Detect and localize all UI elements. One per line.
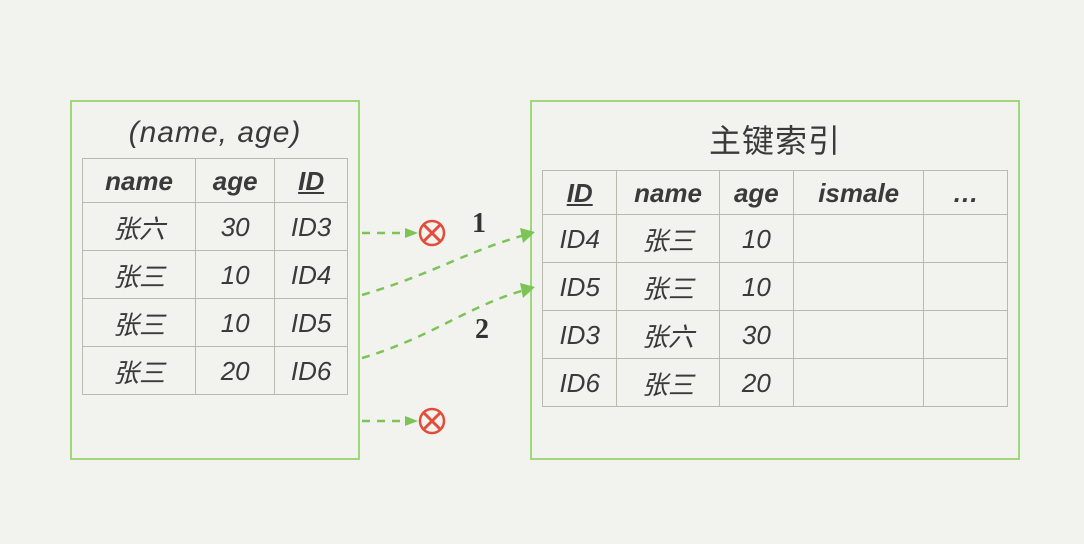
cell-ismale — [794, 215, 924, 263]
table-row: ID3 张六 30 — [543, 311, 1008, 359]
cell-more — [924, 311, 1008, 359]
cell-more — [924, 359, 1008, 407]
cell-id: ID3 — [275, 203, 348, 251]
cross-line — [424, 225, 440, 241]
table-row: 张三 20 ID6 — [83, 347, 348, 395]
cell-name: 张三 — [617, 359, 719, 407]
col-id-header: ID — [543, 171, 617, 215]
cell-age: 20 — [196, 347, 275, 395]
col-ismale-header: ismale — [794, 171, 924, 215]
cell-name: 张三 — [83, 251, 196, 299]
cell-name: 张三 — [83, 299, 196, 347]
col-name-header: name — [617, 171, 719, 215]
cell-age: 30 — [196, 203, 275, 251]
table-header-row: ID name age ismale … — [543, 171, 1008, 215]
cell-name: 张六 — [617, 311, 719, 359]
cell-name: 张三 — [617, 215, 719, 263]
arrow-label-2: 2 — [475, 314, 489, 345]
cell-id: ID5 — [275, 299, 348, 347]
cell-name: 张六 — [83, 203, 196, 251]
table-row: ID5 张三 10 — [543, 263, 1008, 311]
cell-ismale — [794, 359, 924, 407]
cell-name: 张三 — [83, 347, 196, 395]
cell-age: 10 — [719, 215, 793, 263]
cell-age: 10 — [196, 251, 275, 299]
primary-index-table: ID name age ismale … ID4 张三 10 ID5 张三 10… — [542, 170, 1008, 407]
cell-ismale — [794, 263, 924, 311]
arrow-label-1: 1 — [472, 208, 486, 239]
primary-index-panel: 主键索引 ID name age ismale … ID4 张三 10 ID5 … — [530, 100, 1020, 460]
primary-index-title: 主键索引 — [542, 116, 1008, 162]
cell-id: ID6 — [275, 347, 348, 395]
col-age-header: age — [196, 159, 275, 203]
secondary-index-table: name age ID 张六 30 ID3 张三 10 ID4 张三 10 ID… — [82, 158, 348, 395]
cell-age: 10 — [719, 263, 793, 311]
arrowhead-icon — [405, 416, 418, 426]
col-age-header: age — [719, 171, 793, 215]
table-row: 张六 30 ID3 — [83, 203, 348, 251]
cell-age: 10 — [196, 299, 275, 347]
cell-more — [924, 215, 1008, 263]
cell-id: ID6 — [543, 359, 617, 407]
cross-line — [424, 413, 440, 429]
filter-cross-icon — [420, 409, 444, 433]
filter-cross-icon — [420, 221, 444, 245]
cross-line — [424, 413, 440, 429]
cell-more — [924, 263, 1008, 311]
col-id-header: ID — [275, 159, 348, 203]
cell-ismale — [794, 311, 924, 359]
table-row: 张三 10 ID4 — [83, 251, 348, 299]
col-name-header: name — [83, 159, 196, 203]
table-row: ID4 张三 10 — [543, 215, 1008, 263]
cell-id: ID3 — [543, 311, 617, 359]
table-row: 张三 10 ID5 — [83, 299, 348, 347]
cell-name: 张三 — [617, 263, 719, 311]
cross-line — [424, 225, 440, 241]
cell-id: ID4 — [275, 251, 348, 299]
lookup-arrow-2 — [362, 290, 525, 358]
table-header-row: name age ID — [83, 159, 348, 203]
cell-id: ID4 — [543, 215, 617, 263]
secondary-index-title: (name, age) — [82, 116, 348, 150]
secondary-index-panel: (name, age) name age ID 张六 30 ID3 张三 10 … — [70, 100, 360, 460]
lookup-arrow-1 — [362, 235, 525, 295]
cell-id: ID5 — [543, 263, 617, 311]
cell-age: 20 — [719, 359, 793, 407]
col-more-header: … — [924, 171, 1008, 215]
table-row: ID6 张三 20 — [543, 359, 1008, 407]
cell-age: 30 — [719, 311, 793, 359]
arrowhead-icon — [405, 228, 418, 238]
